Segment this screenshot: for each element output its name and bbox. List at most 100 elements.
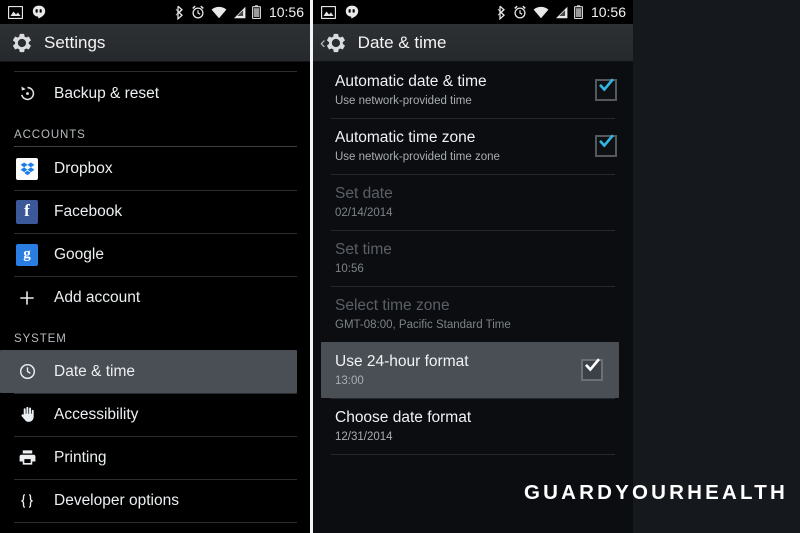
panel-divider xyxy=(310,0,313,533)
setting-title: Set date xyxy=(335,184,393,202)
date-time-settings-list[interactable]: Automatic date & time Use network-provid… xyxy=(313,62,633,533)
row-divider xyxy=(331,286,615,287)
bluetooth-icon xyxy=(497,5,505,20)
setting-value: 10:56 xyxy=(335,262,364,275)
alarm-icon xyxy=(514,5,526,19)
wifi-icon xyxy=(211,6,227,18)
row-divider xyxy=(14,393,297,394)
sidebar-item-google[interactable]: g Google xyxy=(0,233,311,277)
hangouts-icon xyxy=(345,5,359,19)
setting-row-set-time: Set time 10:56 xyxy=(313,230,633,286)
sidebar-item-label: Dropbox xyxy=(54,159,113,177)
signal-icon xyxy=(555,6,568,18)
check-icon xyxy=(599,78,614,92)
sidebar-item-label: Facebook xyxy=(54,202,123,220)
setting-text: Set time 10:56 xyxy=(335,240,617,277)
status-bar-left-icons xyxy=(8,5,46,19)
wifi-icon xyxy=(533,6,549,18)
plus-icon xyxy=(14,285,40,311)
row-divider xyxy=(331,454,615,455)
sidebar-item-backup-reset[interactable]: Backup & reset xyxy=(0,72,311,115)
setting-row-automatic-date-time[interactable]: Automatic date & time Use network-provid… xyxy=(313,62,633,118)
setting-text: Automatic time zone Use network-provided… xyxy=(335,128,585,165)
setting-title: Automatic time zone xyxy=(335,128,476,146)
hand-icon xyxy=(14,402,40,428)
row-divider xyxy=(331,230,615,231)
google-icon: g xyxy=(14,242,40,268)
sidebar-item-label: Add account xyxy=(54,288,141,306)
dropbox-icon xyxy=(14,156,40,182)
left-phone-panel: 10:56 Settings Backup & reset ACCOUNTS D… xyxy=(0,0,311,533)
setting-text: Use 24-hour format 13:00 xyxy=(335,352,571,389)
setting-row-choose-date-format[interactable]: Choose date format 12/31/2014 xyxy=(313,398,633,454)
setting-value: 02/14/2014 xyxy=(335,206,393,219)
sidebar-item-label: Printing xyxy=(54,448,107,466)
status-bar-right-icons: 10:56 xyxy=(175,4,304,20)
sidebar-item-facebook[interactable]: f Facebook xyxy=(0,190,311,234)
setting-value: 13:00 xyxy=(335,374,364,387)
settings-list[interactable]: Backup & reset ACCOUNTS Dropbox f Facebo… xyxy=(0,62,311,533)
sidebar-item-accessibility[interactable]: Accessibility xyxy=(0,393,311,436)
setting-row-select-time-zone: Select time zone GMT-08:00, Pacific Stan… xyxy=(313,286,633,342)
setting-title: Automatic date & time xyxy=(335,72,487,90)
setting-text: Set date 02/14/2014 xyxy=(335,184,617,221)
status-bar-left-icons xyxy=(321,5,359,19)
screenshot-root: 10:56 Settings Backup & reset ACCOUNTS D… xyxy=(0,0,800,533)
gear-icon[interactable] xyxy=(325,32,347,54)
status-bar-clock: 10:56 xyxy=(590,4,626,20)
facebook-icon: f xyxy=(14,199,40,225)
info-icon xyxy=(14,529,40,533)
check-icon xyxy=(585,358,600,372)
battery-icon xyxy=(574,5,583,19)
setting-row-use-24-hour-format[interactable]: Use 24-hour format 13:00 xyxy=(321,342,619,398)
watermark: GUARDYOURHEALTH xyxy=(523,481,788,504)
status-bar-right-icons: 10:56 xyxy=(497,4,626,20)
signal-icon xyxy=(233,6,246,18)
section-header-system: SYSTEM xyxy=(14,333,67,345)
printer-icon xyxy=(14,445,40,471)
row-divider xyxy=(331,118,615,119)
row-divider xyxy=(331,174,615,175)
sidebar-item-add-account[interactable]: Add account xyxy=(0,276,311,319)
right-panel-title: Date & time xyxy=(357,32,447,52)
check-icon xyxy=(599,134,614,148)
row-divider xyxy=(14,436,297,437)
right-phone-panel: 10:56 ‹ Date & time Automatic date & tim… xyxy=(313,0,633,533)
hangouts-icon xyxy=(32,5,46,19)
bluetooth-icon xyxy=(175,5,183,20)
left-panel-title: Settings xyxy=(44,32,106,52)
sidebar-item-dropbox[interactable]: Dropbox xyxy=(0,147,311,191)
row-divider xyxy=(14,522,297,523)
sidebar-item-about-phone[interactable]: About phone xyxy=(0,522,311,533)
setting-subtitle: Use network-provided time zone xyxy=(335,150,500,163)
sidebar-item-printing[interactable]: Printing xyxy=(0,436,311,479)
gear-icon[interactable] xyxy=(11,32,33,54)
checkbox-automatic-time-zone[interactable] xyxy=(595,134,617,157)
setting-title: Set time xyxy=(335,240,392,258)
row-divider xyxy=(331,398,615,399)
sidebar-item-label: Google xyxy=(54,245,104,263)
setting-row-automatic-time-zone[interactable]: Automatic time zone Use network-provided… xyxy=(313,118,633,174)
setting-text: Select time zone GMT-08:00, Pacific Stan… xyxy=(335,296,617,333)
status-bar-right: 10:56 xyxy=(313,0,633,24)
braces-icon xyxy=(14,488,40,514)
setting-title: Select time zone xyxy=(335,296,450,314)
setting-value: 12/31/2014 xyxy=(335,430,393,443)
checkbox-use-24-hour-format[interactable] xyxy=(581,358,603,381)
setting-title: Choose date format xyxy=(335,408,472,426)
setting-value: GMT-08:00, Pacific Standard Time xyxy=(335,318,511,331)
battery-icon xyxy=(252,5,261,19)
setting-text: Automatic date & time Use network-provid… xyxy=(335,72,585,109)
checkbox-automatic-date-time[interactable] xyxy=(595,78,617,101)
screenshot-icon xyxy=(321,5,336,19)
status-bar-left: 10:56 xyxy=(0,0,311,24)
screenshot-icon xyxy=(8,5,23,19)
status-bar-clock: 10:56 xyxy=(268,4,304,20)
sidebar-item-label: Date & time xyxy=(54,362,135,380)
sidebar-item-developer-options[interactable]: Developer options xyxy=(0,479,311,522)
sidebar-item-date-time[interactable]: Date & time xyxy=(0,350,297,393)
setting-title: Use 24-hour format xyxy=(335,352,469,370)
left-action-bar: Settings xyxy=(0,24,311,62)
sidebar-item-label: Backup & reset xyxy=(54,84,160,102)
setting-row-set-date: Set date 02/14/2014 xyxy=(313,174,633,230)
